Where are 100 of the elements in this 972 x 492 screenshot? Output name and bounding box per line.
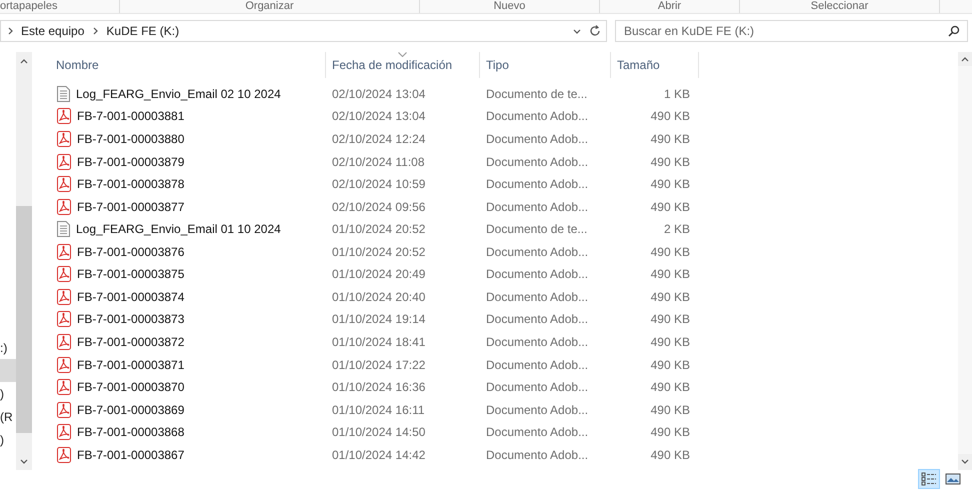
file-size: 490 KB <box>650 379 690 396</box>
file-size: 490 KB <box>650 244 690 261</box>
file-name[interactable]: FB-7-001-00003872 <box>77 333 184 352</box>
file-type: Documento Adob... <box>486 177 588 192</box>
pdf-file-icon <box>57 154 71 170</box>
file-type: Documento de te... <box>486 86 588 101</box>
refresh-icon[interactable] <box>588 24 602 38</box>
pdf-file-icon <box>57 130 71 147</box>
modified-date: 01/10/2024 20:52 <box>332 244 426 259</box>
file-name[interactable]: FB-7-001-00003875 <box>77 265 184 284</box>
pdf-file-icon <box>57 379 71 396</box>
file-type: Documento Adob... <box>486 200 588 214</box>
pdf-file-icon <box>57 108 71 124</box>
navigation-item[interactable] <box>0 359 16 382</box>
column-header[interactable]: Fecha de modificación <box>326 52 480 78</box>
pdf-file-icon <box>57 198 71 215</box>
modified-date: 01/10/2024 20:49 <box>332 267 426 282</box>
pdf-file-icon <box>57 311 71 328</box>
file-name[interactable]: FB-7-001-00003871 <box>77 356 184 374</box>
file-size: 490 KB <box>650 334 690 352</box>
file-size: 490 KB <box>650 356 690 374</box>
ribbon-group-label: ortapapeles <box>0 0 58 13</box>
pdf-file-icon <box>57 402 71 418</box>
ribbon-group-label: Seleccionar <box>810 0 868 13</box>
file-type: Documento Adob... <box>486 267 588 282</box>
file-type: Documento Adob... <box>486 244 588 259</box>
breadcrumb-item[interactable]: KuDE FE (K:) <box>106 22 180 40</box>
modified-date: 01/10/2024 16:36 <box>332 380 426 394</box>
pdf-file-icon <box>57 356 71 373</box>
file-name[interactable]: Log_FEARG_Envio_Email 02 10 2024 <box>76 84 281 103</box>
file-size: 490 KB <box>650 266 690 284</box>
file-name[interactable]: FB-7-001-00003868 <box>77 423 184 442</box>
file-name[interactable]: FB-7-001-00003874 <box>77 288 184 306</box>
navigation-item[interactable]: ) <box>0 428 16 451</box>
file-size: 1 KB <box>664 86 690 103</box>
file-name[interactable]: FB-7-001-00003873 <box>77 310 184 328</box>
file-size: 490 KB <box>650 176 690 194</box>
column-header[interactable]: Tipo <box>480 52 611 78</box>
file-name[interactable]: Log_FEARG_Envio_Email 01 10 2024 <box>76 220 281 238</box>
modified-date: 01/10/2024 19:14 <box>332 312 426 326</box>
pdf-file-icon <box>57 176 71 192</box>
modified-date: 01/10/2024 18:41 <box>332 335 426 350</box>
pdf-file-icon <box>57 244 71 260</box>
column-header[interactable]: Tamaño <box>611 52 699 78</box>
file-name[interactable]: FB-7-001-00003881 <box>77 107 184 126</box>
text-file-icon <box>57 86 70 102</box>
file-size: 490 KB <box>650 198 690 216</box>
file-name[interactable]: FB-7-001-00003877 <box>77 198 184 216</box>
breadcrumb-item[interactable]: Este equipo <box>21 22 84 40</box>
file-size: 490 KB <box>650 288 690 306</box>
file-size: 490 KB <box>650 130 690 148</box>
file-name[interactable]: FB-7-001-00003867 <box>77 446 184 464</box>
modified-date: 02/10/2024 10:59 <box>332 177 426 192</box>
file-name[interactable]: FB-7-001-00003876 <box>77 242 184 261</box>
file-size: 490 KB <box>650 154 690 171</box>
modified-date: 02/10/2024 12:24 <box>332 132 426 146</box>
modified-date: 02/10/2024 13:04 <box>332 109 426 124</box>
modified-date: 02/10/2024 11:08 <box>332 154 425 169</box>
file-type: Documento Adob... <box>486 109 588 124</box>
address-bar[interactable]: Este equipo KuDE FE (K:) <box>0 20 607 42</box>
file-type: Documento Adob... <box>486 154 588 169</box>
file-type: Documento Adob... <box>486 380 588 394</box>
modified-date: 01/10/2024 17:22 <box>332 358 426 372</box>
file-name[interactable]: FB-7-001-00003879 <box>77 152 184 171</box>
file-type: Documento Adob... <box>486 312 588 326</box>
modified-date: 01/10/2024 20:52 <box>332 222 426 236</box>
file-name[interactable]: FB-7-001-00003869 <box>77 400 184 419</box>
details-view-button[interactable] <box>918 469 940 489</box>
file-name[interactable]: FB-7-001-00003870 <box>77 378 184 396</box>
modified-date: 01/10/2024 14:50 <box>332 425 426 440</box>
modified-date: 01/10/2024 16:11 <box>332 402 425 417</box>
file-name[interactable]: FB-7-001-00003880 <box>77 130 184 148</box>
navigation-item[interactable]: ) <box>0 382 16 405</box>
scrollbar[interactable] <box>16 52 32 470</box>
file-size: 2 KB <box>664 221 690 238</box>
file-type: Documento Adob... <box>486 448 588 462</box>
pdf-file-icon <box>57 266 71 282</box>
file-type: Documento Adob... <box>486 335 588 350</box>
scrollbar-thumb[interactable] <box>16 206 32 433</box>
modified-date: 02/10/2024 13:04 <box>332 86 426 101</box>
column-header[interactable]: Nombre <box>50 52 326 78</box>
navigation-item[interactable]: :) <box>0 336 16 359</box>
file-name[interactable]: FB-7-001-00003878 <box>77 175 184 194</box>
modified-date: 02/10/2024 09:56 <box>332 200 426 214</box>
file-size: 490 KB <box>650 108 690 126</box>
search-field[interactable]: Buscar en KuDE FE (K:) <box>615 20 968 42</box>
pdf-file-icon <box>57 288 71 305</box>
text-file-icon <box>57 221 70 238</box>
file-type: Documento Adob... <box>486 402 588 417</box>
file-size: 490 KB <box>650 446 690 464</box>
file-type: Documento Adob... <box>486 290 588 304</box>
search-icon <box>948 25 960 37</box>
ribbon-group-label: Abrir <box>658 0 682 13</box>
navigation-item[interactable]: (R <box>0 405 16 428</box>
file-type: Documento Adob... <box>486 425 588 440</box>
modified-date: 01/10/2024 14:42 <box>332 448 426 462</box>
file-type: Documento Adob... <box>486 132 588 146</box>
file-size: 490 KB <box>650 424 690 442</box>
file-size: 490 KB <box>650 311 690 328</box>
pdf-file-icon <box>57 424 71 440</box>
